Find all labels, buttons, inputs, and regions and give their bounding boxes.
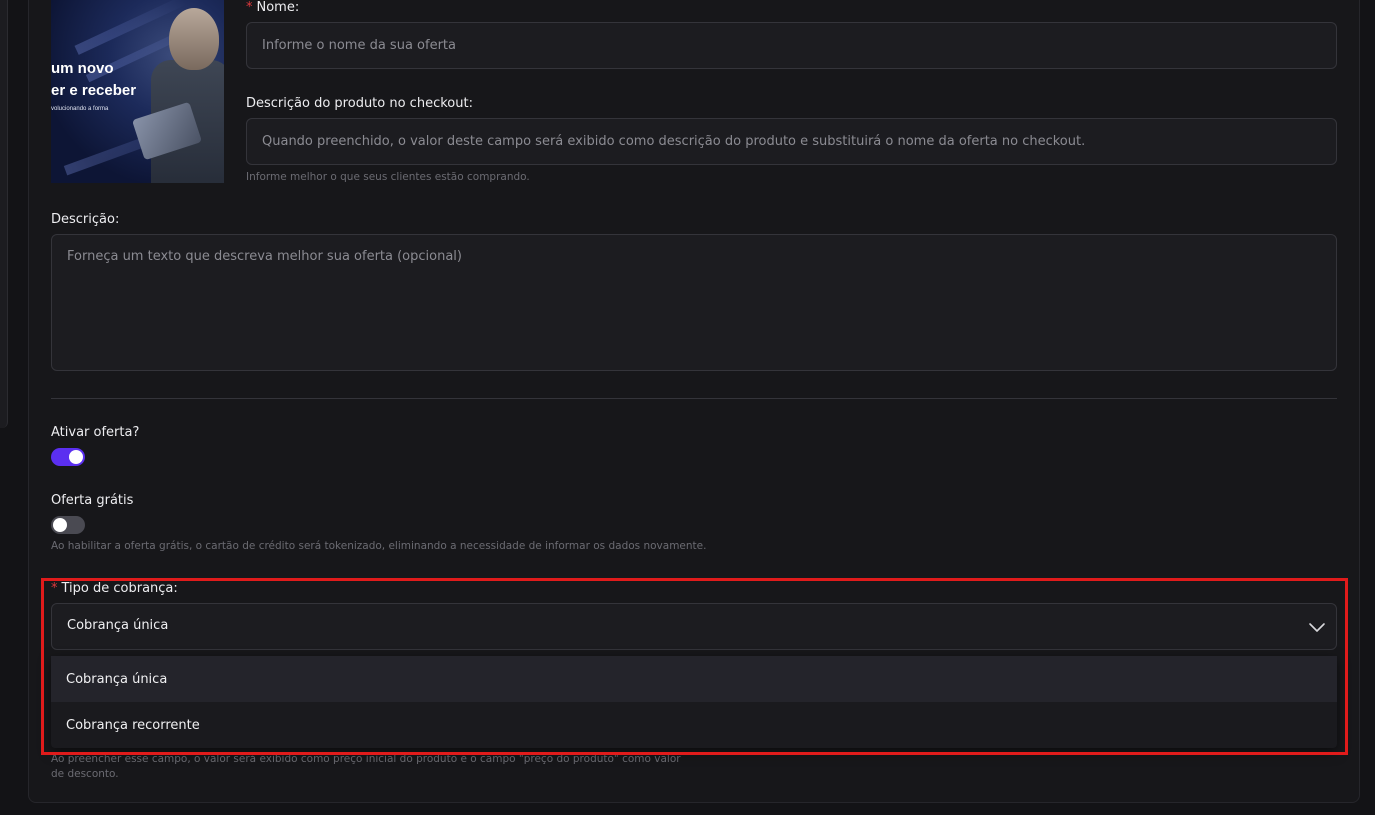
name-label: * Nome:: [246, 0, 299, 15]
billing-type-select[interactable]: Cobrança única: [51, 603, 1337, 650]
thumbnail-text-line1: um novo: [51, 60, 114, 77]
billing-type-selected-value: Cobrança única: [67, 618, 169, 633]
free-offer-hint: Ao habilitar a oferta grátis, o cartão d…: [51, 540, 707, 552]
description-label: Descrição:: [51, 212, 120, 227]
name-input-placeholder: Informe o nome da sua oferta: [262, 38, 456, 53]
required-mark: *: [246, 0, 253, 15]
side-panel-edge: [0, 0, 8, 428]
thumbnail-text-line3: volucionando a forma: [51, 106, 109, 112]
thumbnail-text-line2: er e receber: [51, 82, 137, 99]
description-textarea[interactable]: Forneça um texto que descreva melhor sua…: [51, 234, 1337, 371]
checkout-description-hint: Informe melhor o que seus clientes estão…: [246, 171, 530, 183]
billing-type-dropdown: Cobrança única Cobrança recorrente: [51, 656, 1337, 748]
price-note: Ao preencher esse campo, o valor será ex…: [51, 753, 681, 780]
checkout-description-input[interactable]: Quando preenchido, o valor deste campo s…: [246, 118, 1337, 165]
offer-thumbnail-image[interactable]: um novo er e receber volucionando a form…: [51, 0, 224, 183]
billing-option-single[interactable]: Cobrança única: [51, 656, 1337, 702]
description-placeholder: Forneça um texto que descreva melhor sua…: [67, 249, 462, 264]
checkout-description-label: Descrição do produto no checkout:: [246, 96, 473, 111]
activate-offer-toggle[interactable]: [51, 448, 85, 466]
billing-type-label: * Tipo de cobrança:: [51, 581, 178, 596]
activate-offer-label: Ativar oferta?: [51, 425, 140, 440]
billing-type-label-text: Tipo de cobrança:: [61, 581, 178, 596]
name-label-text: Nome:: [256, 0, 300, 15]
billing-option-recurring[interactable]: Cobrança recorrente: [51, 702, 1337, 748]
free-offer-label: Oferta grátis: [51, 493, 134, 508]
name-input[interactable]: Informe o nome da sua oferta: [246, 22, 1337, 69]
toggle-knob: [69, 450, 83, 464]
checkout-description-placeholder: Quando preenchido, o valor deste campo s…: [262, 134, 1086, 149]
toggle-knob: [53, 518, 67, 532]
section-divider: [51, 398, 1337, 399]
required-mark: *: [51, 581, 58, 596]
free-offer-toggle[interactable]: [51, 516, 85, 534]
chevron-down-icon: [1309, 623, 1325, 632]
